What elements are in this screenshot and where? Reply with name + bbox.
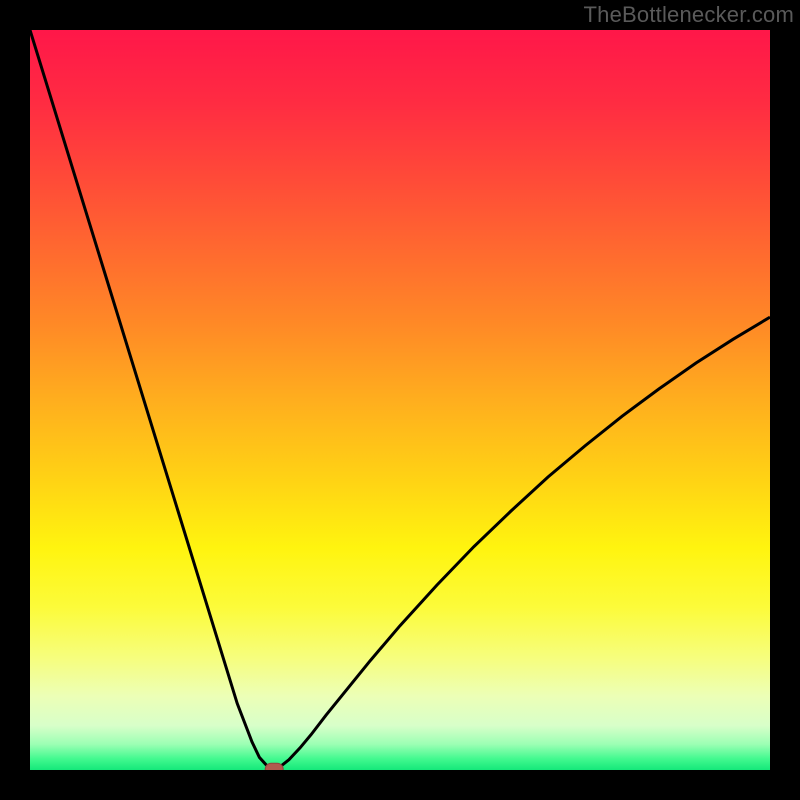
attribution-label: TheBottlenecker.com — [584, 2, 794, 28]
optimal-marker — [265, 763, 283, 770]
chart-frame: TheBottlenecker.com — [0, 0, 800, 800]
gradient-background — [30, 30, 770, 770]
bottleneck-chart — [30, 30, 770, 770]
